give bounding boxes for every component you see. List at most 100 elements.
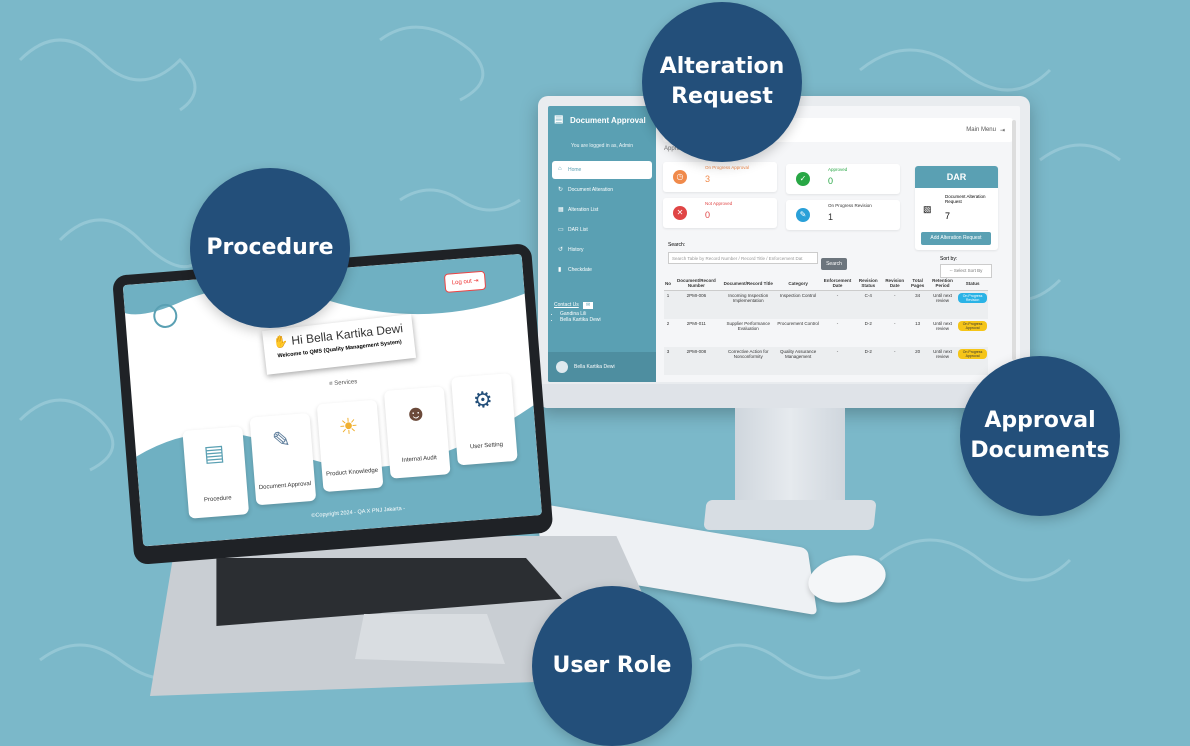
stat-label: Not Approved: [705, 201, 733, 206]
col-header: No: [664, 276, 672, 291]
sidebar-item-history[interactable]: ↺ History: [552, 241, 652, 259]
documents-table: No Document/Record Number Document/Recor…: [664, 276, 988, 375]
document-approval-icon: ✎: [271, 426, 292, 453]
stat-approved[interactable]: ✓ Approved 0: [786, 164, 900, 194]
stat-value: 0: [828, 176, 834, 186]
table-row[interactable]: 3 2PMI-008 Corrective Action for Nonconf…: [664, 347, 988, 375]
table-row[interactable]: 2 2PMI-011 Supplier Performance Evaluati…: [664, 319, 988, 347]
logout-icon: ⇥: [473, 278, 479, 285]
stat-on-progress-revision[interactable]: ✎ On Progress Revision 1: [786, 200, 900, 230]
card-label: Internal Audit: [401, 455, 438, 464]
logout-button[interactable]: Log out ⇥: [444, 270, 487, 293]
clock-icon: ◷: [673, 170, 687, 184]
service-card-internal-audit[interactable]: ☻ Internal Audit: [383, 386, 451, 479]
history-icon: ↺: [558, 247, 564, 253]
cell: Inspection Control: [775, 290, 821, 319]
cell: On Progress Revision: [957, 290, 988, 319]
imac-foot: [703, 500, 877, 530]
col-header: Document/Record Title: [720, 276, 776, 291]
stat-label: Approved: [828, 167, 848, 172]
user-role-label: User Role: [552, 653, 672, 679]
cell: -: [893, 321, 896, 326]
cell: Until next review: [933, 321, 952, 331]
search-label: Search:: [668, 242, 686, 248]
card-label: User Setting: [469, 441, 504, 451]
menu-icon: ≡: [328, 381, 333, 388]
procedure-label-circle: Procedure: [190, 168, 350, 328]
sidebar-user[interactable]: Bella Kartika Dewi: [548, 352, 656, 382]
sidebar-item-label: Document Alteration: [568, 187, 614, 193]
cell: D-2: [854, 347, 882, 375]
col-header: Revision Status: [854, 276, 882, 291]
col-header: Retention Period: [927, 276, 958, 291]
home-icon: ⌂: [558, 166, 562, 172]
service-card-user-setting[interactable]: ⚙ User Setting: [451, 373, 518, 466]
col-header: Document/Record Number: [672, 276, 721, 291]
imac-stand: [735, 408, 845, 508]
refresh-icon: ↻: [558, 187, 564, 193]
cell: D-2: [864, 321, 872, 326]
lightbulb-icon: ☀: [337, 413, 360, 440]
service-card-procedure[interactable]: ▤ Procedure: [182, 426, 250, 519]
sidebar-item-label: History: [568, 247, 584, 253]
stat-label: On Progress Approval: [705, 165, 750, 170]
add-alteration-request-button[interactable]: Add Alteration Request: [921, 232, 991, 245]
status-badge: On Progress Approval: [958, 349, 987, 359]
cell: Incoming Inspection Implementation: [720, 290, 776, 319]
stat-value: 0: [705, 210, 711, 220]
col-header: Category: [775, 276, 821, 291]
sidebar-item-label: Checkdate: [568, 267, 592, 273]
search-input[interactable]: Search Table by Record Number / Record T…: [668, 252, 818, 264]
cell: Until next review: [927, 347, 958, 375]
sidebar-item-dar-list[interactable]: ▭ DAR List: [552, 221, 652, 239]
cell: On Progress Approval: [957, 347, 988, 375]
stat-label: On Progress Revision: [828, 203, 872, 208]
logged-in-text: You are logged in as, Admin: [570, 143, 634, 149]
sidebar-item-home[interactable]: ⌂ Home: [552, 161, 652, 179]
dar-value: 7: [945, 211, 951, 221]
main-menu-link[interactable]: Main Menu: [966, 127, 996, 133]
table-row[interactable]: 1 2PMI-006 Incoming Inspection Implement…: [664, 290, 988, 319]
dar-title: DAR: [915, 166, 998, 188]
contact-section: Contact Us ✉ Gandina Lili Bella Kartika …: [554, 302, 601, 323]
sidebar-item-label: DAR List: [568, 227, 588, 233]
cell: Until next review: [927, 290, 958, 319]
col-header: Status: [957, 276, 988, 291]
stat-on-progress-approval[interactable]: ◷ On Progress Approval 3: [663, 162, 777, 192]
sidebar-item-checkdate[interactable]: ▮ Checkdate: [552, 261, 652, 279]
cell: Supplier Performance Evaluation: [726, 321, 771, 331]
sidebar-item-document-alteration[interactable]: ↻ Document Alteration: [552, 181, 652, 199]
service-card-document-approval[interactable]: ✎ Document Approval: [249, 412, 317, 506]
contact-item: Bella Kartika Dewi: [560, 317, 601, 323]
avatar: [556, 361, 568, 373]
sidebar-item-alteration-list[interactable]: ▦ Alteration List: [552, 201, 652, 219]
audit-person-icon: ☻: [403, 399, 429, 427]
col-header: Enforcement Date: [820, 276, 855, 291]
cell: -: [881, 290, 908, 319]
sidebar-title[interactable]: ▤ Document Approval: [548, 106, 656, 133]
service-card-product-knowledge[interactable]: ☀ Product Knowledge: [316, 399, 384, 493]
contact-label[interactable]: Contact Us: [554, 302, 579, 308]
scrollbar[interactable]: [1012, 120, 1016, 360]
request-icon: ▧: [923, 204, 932, 214]
user-setting-icon: ⚙: [472, 386, 494, 414]
cell: Quality Assurance Management: [775, 347, 821, 375]
stat-value: 3: [705, 174, 711, 184]
sidebar-item-label: Alteration List: [568, 207, 599, 213]
user-name: Bella Kartika Dewi: [574, 364, 615, 370]
folder-icon: ▭: [558, 227, 564, 233]
imac-chin: [538, 384, 1030, 408]
cell: -: [881, 347, 908, 375]
search-button[interactable]: Search: [821, 258, 847, 270]
stat-not-approved[interactable]: ✕ Not Approved 0: [663, 198, 777, 228]
logout-icon[interactable]: ⇥: [1000, 127, 1005, 134]
sidebar-title-label: Document Approval: [570, 116, 646, 125]
cell: -: [820, 347, 855, 375]
stat-value: 1: [828, 212, 834, 222]
trash-icon: ▮: [558, 267, 562, 273]
mail-icon[interactable]: ✉: [583, 302, 594, 309]
card-label: Procedure: [203, 495, 232, 504]
card-label: Product Knowledge: [325, 467, 379, 478]
cell: On Progress Approval: [957, 319, 988, 347]
user-role-label-circle: User Role: [532, 586, 692, 746]
